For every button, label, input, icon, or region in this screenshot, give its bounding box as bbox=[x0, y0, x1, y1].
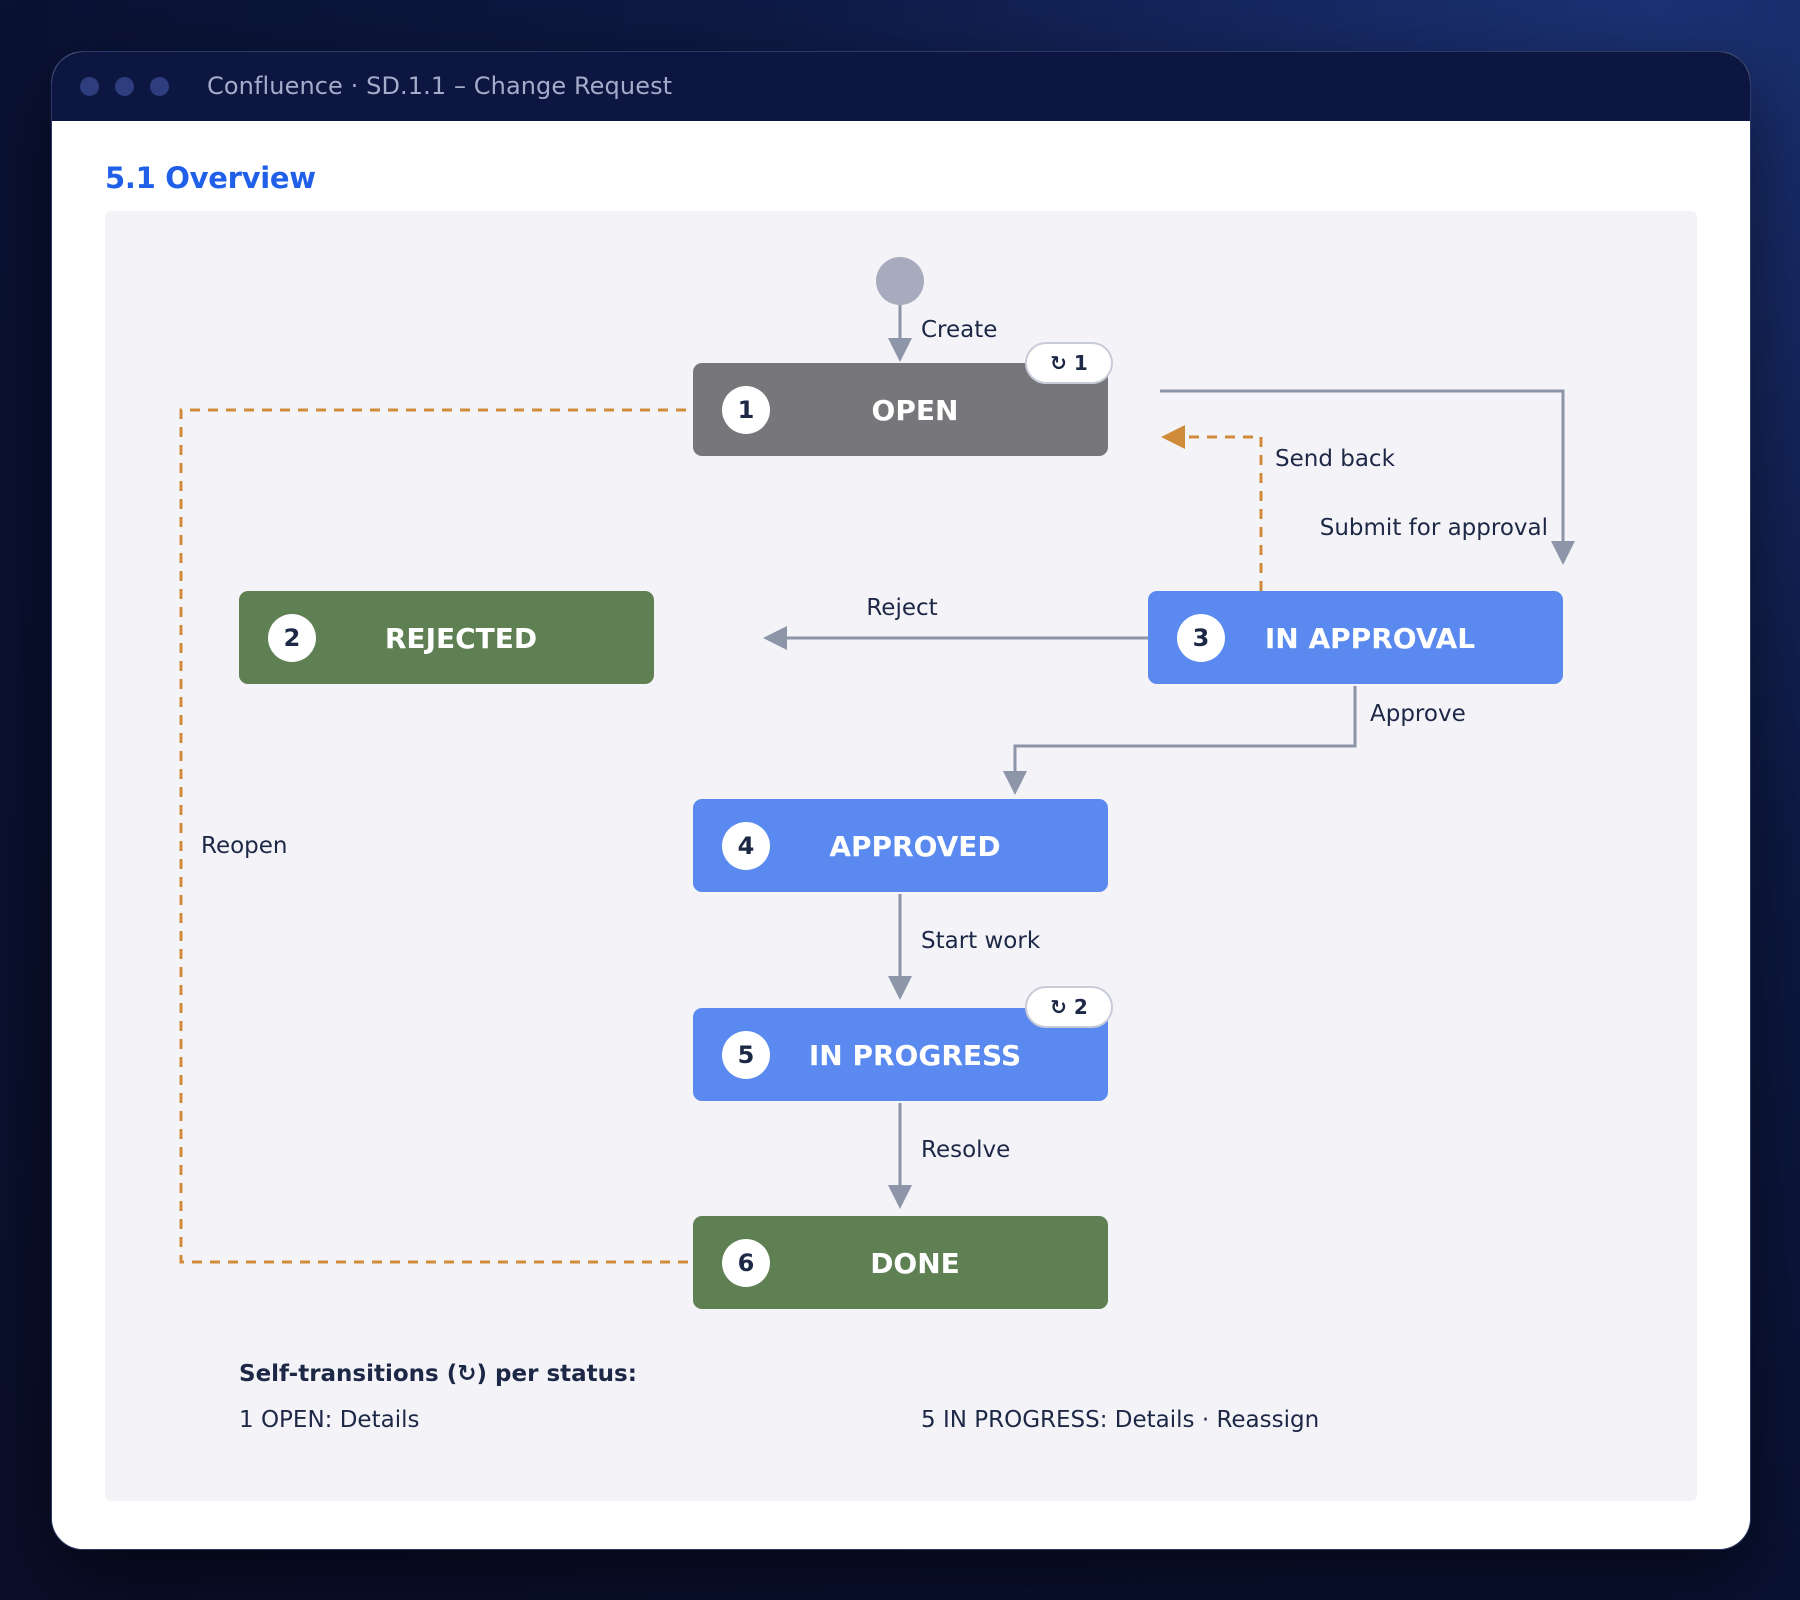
self-transitions-legend: Self-transitions (↻) per status: 1 OPEN:… bbox=[239, 1361, 1319, 1433]
svg-text:↻ 1: ↻ 1 bbox=[1050, 351, 1088, 375]
state-label: IN PROGRESS bbox=[809, 1039, 1021, 1072]
edge-label-reject: Reject bbox=[866, 595, 937, 621]
edge-label-submit-for-approval: Submit for approval bbox=[1320, 515, 1548, 541]
state-done[interactable]: 6 DONE bbox=[693, 1216, 1108, 1309]
self-transition-badge-open[interactable]: ↻ 1 bbox=[1025, 342, 1113, 384]
edge-approve: Approve bbox=[1003, 686, 1466, 795]
edge-label-resolve: Resolve bbox=[921, 1137, 1010, 1163]
edge-label-reopen: Reopen bbox=[201, 833, 288, 859]
page-content: 5.1 Overview Create Submit for approval … bbox=[52, 121, 1750, 1549]
state-label: DONE bbox=[870, 1247, 960, 1280]
title-bar: Confluence · SD.1.1 – Change Request bbox=[52, 52, 1750, 121]
svg-text:5: 5 bbox=[738, 1041, 755, 1069]
edge-label-start-work: Start work bbox=[921, 928, 1041, 954]
legend-item: 1 OPEN: Details bbox=[239, 1407, 419, 1433]
app-window: Confluence · SD.1.1 – Change Request 5.1… bbox=[51, 51, 1751, 1550]
edge-send-back: Send back bbox=[1161, 425, 1396, 591]
close-window-button[interactable] bbox=[80, 77, 99, 96]
legend-title: Self-transitions (↻) per status: bbox=[239, 1361, 637, 1387]
state-label: REJECTED bbox=[385, 622, 537, 655]
minimize-window-button[interactable] bbox=[115, 77, 134, 96]
edge-label-send-back: Send back bbox=[1275, 446, 1396, 472]
maximize-window-button[interactable] bbox=[150, 77, 169, 96]
state-label: OPEN bbox=[872, 394, 959, 427]
svg-text:6: 6 bbox=[738, 1249, 755, 1277]
window-controls bbox=[80, 77, 169, 96]
state-rejected[interactable]: 2 REJECTED bbox=[239, 591, 654, 684]
window-title: Confluence · SD.1.1 – Change Request bbox=[207, 72, 673, 100]
edge-label-create: Create bbox=[921, 317, 997, 343]
edge-reject: Reject bbox=[763, 595, 1198, 650]
svg-text:4: 4 bbox=[738, 832, 755, 860]
state-in-approval[interactable]: 3 IN APPROVAL bbox=[1148, 591, 1563, 684]
edge-create: Create bbox=[888, 305, 997, 362]
edge-resolve: Resolve bbox=[888, 1103, 1010, 1209]
diagram-panel: Create Submit for approval Send back Rej… bbox=[105, 211, 1697, 1501]
legend-item: 5 IN PROGRESS: Details · Reassign bbox=[921, 1407, 1319, 1433]
svg-text:3: 3 bbox=[1193, 624, 1210, 652]
state-approved[interactable]: 4 APPROVED bbox=[693, 799, 1108, 892]
section-title: 5.1 Overview bbox=[105, 161, 316, 195]
start-node bbox=[876, 257, 924, 305]
self-transition-badge-in-progress[interactable]: ↻ 2 bbox=[1025, 986, 1113, 1028]
edge-label-approve: Approve bbox=[1370, 701, 1466, 727]
svg-text:1: 1 bbox=[738, 396, 755, 424]
edge-start-work: Start work bbox=[888, 894, 1041, 1000]
state-label: IN APPROVAL bbox=[1265, 622, 1475, 655]
edge-submit-for-approval: Submit for approval bbox=[1160, 389, 1575, 565]
workflow-diagram: Create Submit for approval Send back Rej… bbox=[179, 257, 1575, 1433]
svg-text:↻ 2: ↻ 2 bbox=[1050, 995, 1088, 1019]
state-label: APPROVED bbox=[829, 830, 1000, 863]
svg-text:2: 2 bbox=[284, 624, 301, 652]
